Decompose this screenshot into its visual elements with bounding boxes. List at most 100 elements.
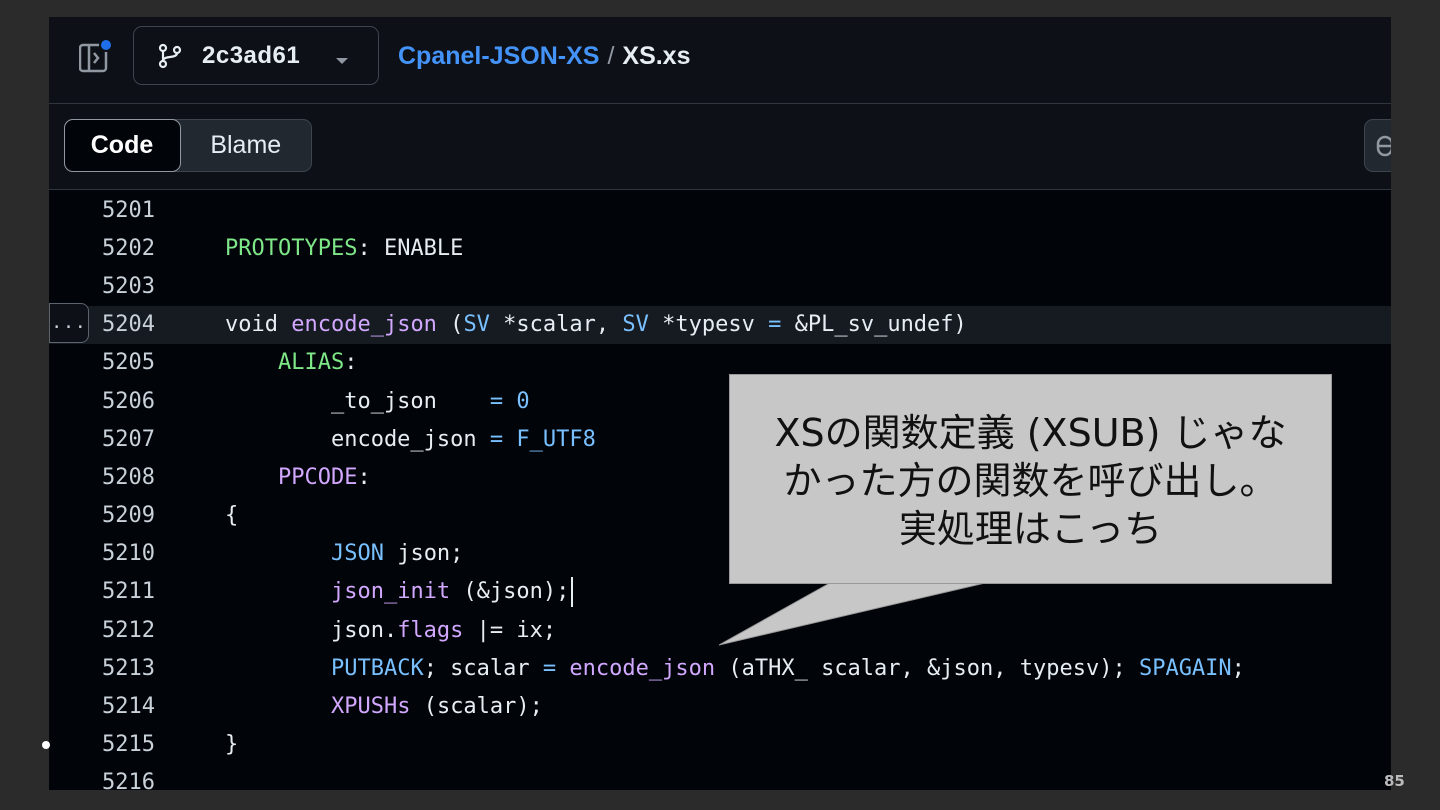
- line-number[interactable]: 5214: [49, 694, 155, 719]
- line-number[interactable]: 5207: [49, 427, 155, 452]
- code-line: 5201: [49, 191, 1391, 229]
- code-token: = F_UTF8: [489, 426, 596, 452]
- tab-code[interactable]: Code: [63, 118, 181, 172]
- code-token: SPAGAIN: [1138, 655, 1232, 681]
- line-source: json_init (&json);: [225, 576, 574, 607]
- code-token: PPCODE: [277, 464, 358, 490]
- line-source: PROTOTYPES: ENABLE: [225, 236, 463, 261]
- breadcrumb-file-name: XS.xs: [622, 41, 691, 70]
- view-mode-toggle: Code Blame: [63, 118, 312, 172]
- code-token: encode_json: [225, 426, 490, 452]
- branch-selector-button[interactable]: 2c3ad61: [133, 26, 379, 85]
- code-token: json_init: [330, 578, 451, 604]
- code-token: =: [542, 655, 557, 681]
- line-source: }: [225, 732, 238, 757]
- code-token: (aTHX_ scalar, &json, typesv);: [715, 655, 1139, 681]
- caret-down-icon: [334, 51, 350, 64]
- line-source: json.flags |= ix;: [225, 618, 556, 643]
- code-token: :: [357, 464, 371, 490]
- code-token: json;: [383, 541, 464, 567]
- code-token: *scalar,: [489, 312, 623, 338]
- tab-blame[interactable]: Blame: [181, 120, 312, 171]
- annotation-callout: XSの関数定義 (XSUB) じゃな かった方の関数を呼び出し。 実処理はこっち: [729, 374, 1332, 584]
- code-token: encode_json: [291, 312, 437, 338]
- code-token: =: [768, 312, 782, 338]
- sidebar-toggle-icon[interactable]: [78, 38, 113, 73]
- code-token: _to_json: [225, 388, 490, 414]
- line-number[interactable]: 5208: [49, 465, 155, 490]
- line-source: ALIAS:: [225, 350, 357, 375]
- line-number[interactable]: 5205: [49, 350, 155, 375]
- code-token: PROTOTYPES: [225, 235, 358, 261]
- text-cursor: [571, 576, 574, 607]
- line-number[interactable]: 5203: [49, 274, 155, 299]
- callout-line-1: XSの関数定義 (XSUB) じゃな: [774, 411, 1287, 455]
- code-token: {: [225, 503, 239, 529]
- line-number[interactable]: 5216: [49, 770, 155, 790]
- code-line: 5213 PUTBACK; scalar = encode_json (aTHX…: [49, 649, 1391, 687]
- line-number[interactable]: 5212: [49, 618, 155, 643]
- line-number[interactable]: 5206: [49, 389, 155, 414]
- file-header: 2c3ad61 Cpanel-JSON-XS / XS.xs: [49, 17, 1391, 104]
- code-line: 5216: [49, 764, 1391, 790]
- code-token: (&json);: [450, 578, 570, 604]
- code-token: JSON: [330, 541, 384, 567]
- line-source: PPCODE:: [225, 465, 371, 490]
- line-actions-button[interactable]: ...: [49, 302, 89, 343]
- line-number[interactable]: 5213: [49, 656, 155, 681]
- breadcrumb: Cpanel-JSON-XS / XS.xs: [398, 39, 691, 73]
- code-token: ALIAS: [277, 350, 345, 376]
- code-token: (: [436, 312, 464, 338]
- code-line: 5214 XPUSHs (scalar);: [49, 687, 1391, 725]
- code-line: 5215}: [49, 726, 1391, 764]
- code-line: 5212 json.flags |= ix;: [49, 611, 1391, 649]
- callout-line-3: 実処理はこっち: [898, 507, 1163, 551]
- code-token: |= ix;: [463, 617, 557, 643]
- code-token: ; scalar: [423, 655, 543, 681]
- code-line: 5202 PROTOTYPES: ENABLE: [49, 229, 1391, 267]
- line-number[interactable]: 5215: [49, 732, 155, 757]
- git-branch-icon: [158, 43, 182, 69]
- code-token: &PL_sv_undef): [781, 312, 967, 338]
- code-token: encode_json: [569, 655, 716, 681]
- code-token: }: [225, 732, 239, 758]
- line-source: encode_json = F_UTF8: [225, 427, 596, 452]
- line-number[interactable]: 5201: [49, 198, 155, 223]
- line-number[interactable]: 5209: [49, 503, 155, 528]
- code-token: SV: [622, 312, 649, 338]
- callout-line-2: かった方の関数を呼び出し。: [783, 459, 1278, 503]
- code-token: = 0: [489, 388, 530, 414]
- file-toolbar: Code Blame: [49, 104, 1391, 190]
- branch-name: 2c3ad61: [202, 41, 301, 69]
- code-token: : ENABLE: [357, 235, 464, 261]
- line-source: void encode_json (SV *scalar, SV *typesv…: [225, 312, 967, 337]
- slide-page-number: 85: [1384, 772, 1405, 790]
- line-number[interactable]: 5202: [49, 236, 155, 261]
- slide-bullet: [42, 741, 50, 749]
- breadcrumb-repo-link[interactable]: Cpanel-JSON-XS: [398, 42, 599, 71]
- code-token: void: [225, 312, 292, 338]
- code-token: ;: [1231, 655, 1245, 681]
- code-token: :: [344, 350, 358, 376]
- copy-button[interactable]: [1364, 119, 1391, 172]
- line-number[interactable]: 5210: [49, 541, 155, 566]
- line-source: PUTBACK; scalar = encode_json (aTHX_ sca…: [225, 656, 1245, 681]
- line-source: _to_json = 0: [225, 389, 530, 414]
- line-source: XPUSHs (scalar);: [225, 694, 543, 719]
- code-token: SV: [463, 312, 490, 338]
- code-token: XPUSHs: [330, 694, 411, 720]
- code-token: *typesv: [648, 312, 769, 338]
- code-token: json.: [225, 617, 398, 643]
- code-token: flags: [397, 617, 464, 643]
- code-token: PUTBACK: [330, 655, 424, 681]
- line-number[interactable]: 5211: [49, 579, 155, 604]
- line-source: {: [225, 503, 238, 528]
- code-line: 5203: [49, 267, 1391, 305]
- code-line: ... 5204 void encode_json (SV *scalar, SV …: [49, 302, 1391, 344]
